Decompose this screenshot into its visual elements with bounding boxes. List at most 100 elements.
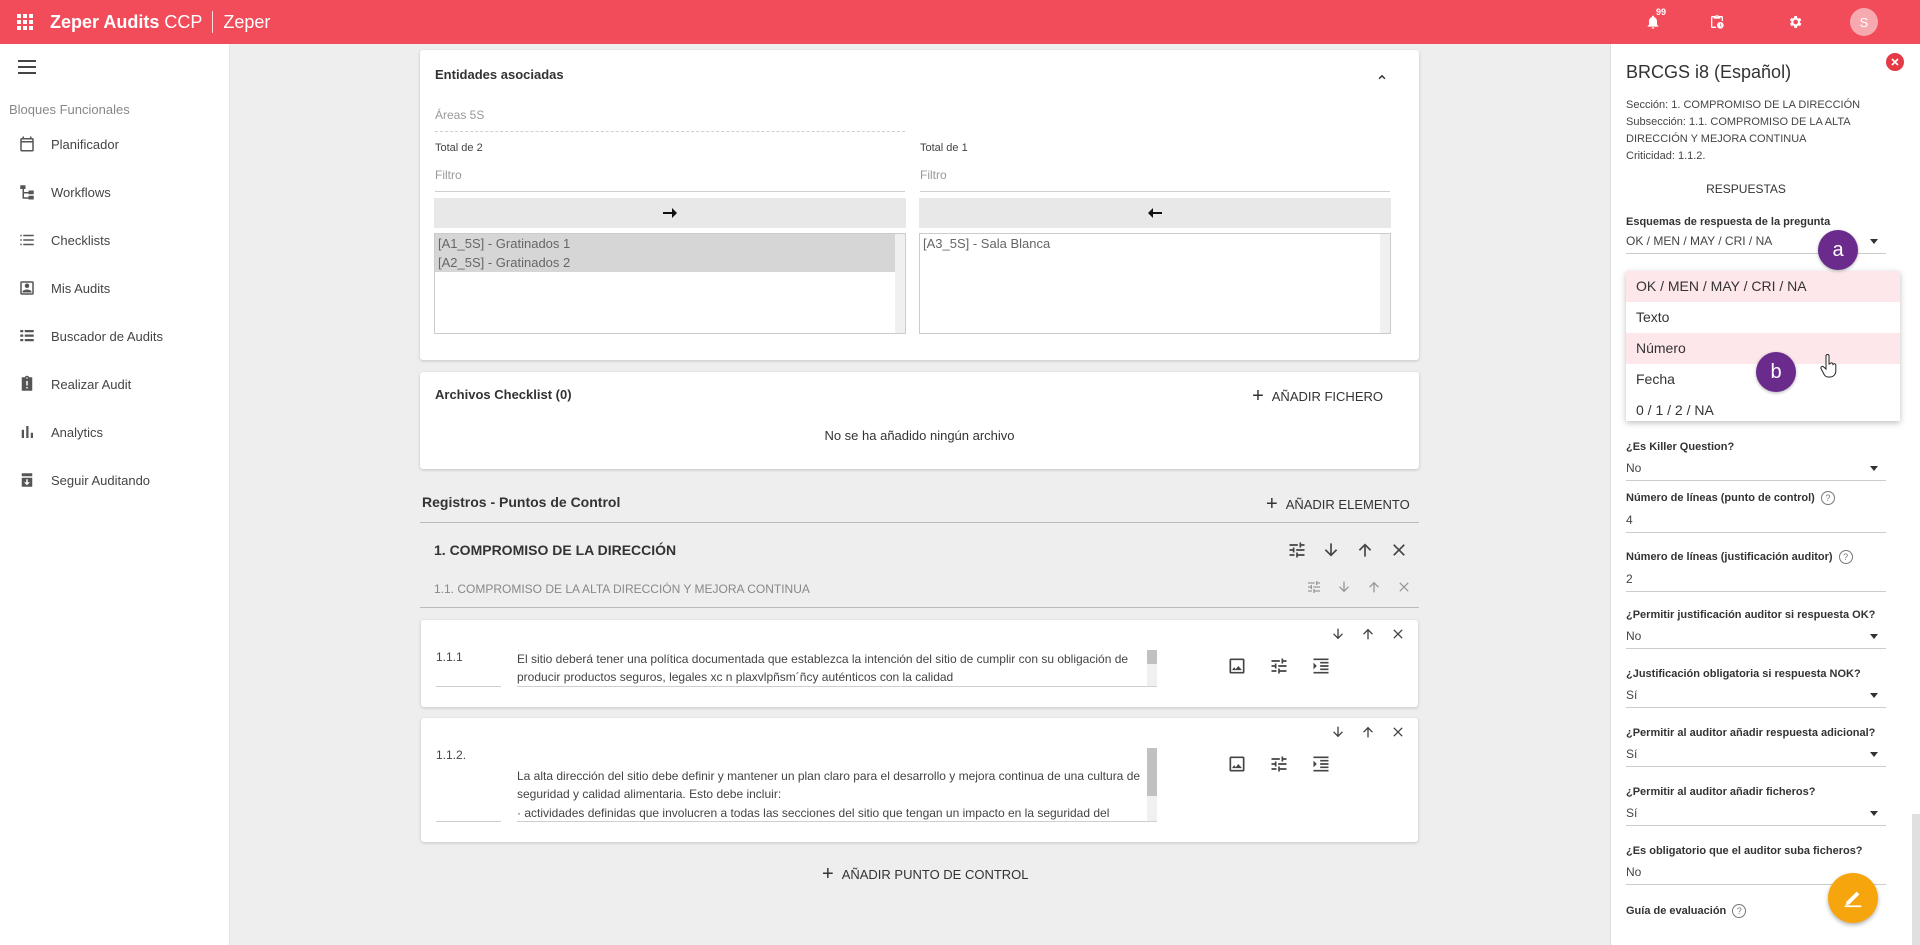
arrow-up-icon[interactable] (1366, 579, 1382, 595)
field-label: ¿Justificación obligatoria si respuesta … (1626, 668, 1861, 680)
tune-icon[interactable] (1306, 579, 1322, 595)
help-icon[interactable]: ? (1732, 904, 1747, 918)
sidebar-item-analytics[interactable]: Analytics (18, 420, 103, 444)
list-item[interactable]: [A3_5S] - Sala Blanca (920, 234, 1380, 253)
add-element-button[interactable]: + AÑADIR ELEMENTO (1266, 494, 1410, 514)
arrow-up-icon[interactable] (1360, 724, 1376, 740)
right-total: Total de 1 (920, 142, 968, 154)
right-filter-input[interactable]: Filtro (920, 168, 1390, 192)
panel-meta: Sección: 1. COMPROMISO DE LA DIRECCIÓN S… (1626, 97, 1896, 165)
tune-icon[interactable] (1269, 656, 1289, 676)
dropdown-option[interactable]: 0 / 1 / 2 / NA (1626, 395, 1900, 426)
sidebar-item-mis-audits[interactable]: Mis Audits (18, 276, 110, 300)
help-icon[interactable]: ? (1838, 550, 1853, 564)
point-text-input[interactable]: La alta dirección del sitio debe definir… (517, 748, 1157, 822)
sidebar-item-realizar-audit[interactable]: Realizar Audit (18, 372, 131, 396)
field-label: Número de líneas (justificación auditor) (1626, 551, 1833, 563)
justificacion-ok-field: ¿Permitir justificación auditor si respu… (1626, 609, 1886, 649)
add-control-point-button[interactable]: + AÑADIR PUNTO DE CONTROL (822, 864, 1029, 884)
list-item[interactable]: [A2_5S] - Gratinados 2 (435, 253, 895, 272)
lineas-punto-input[interactable]: 4 (1626, 513, 1886, 533)
sidebar-item-seguir-auditando[interactable]: Seguir Auditando (18, 468, 150, 492)
field-value: No (1626, 629, 1642, 643)
respuestas-heading: RESPUESTAS (1706, 182, 1786, 196)
sidebar-item-checklists[interactable]: Checklists (18, 228, 110, 252)
field-value: No (1626, 461, 1642, 475)
left-listbox[interactable]: [A1_5S] - Gratinados 1 [A2_5S] - Gratina… (434, 233, 906, 334)
arrow-down-icon[interactable] (1321, 540, 1341, 560)
indent-icon[interactable] (1311, 656, 1331, 676)
list-item[interactable]: [A1_5S] - Gratinados 1 (435, 234, 895, 253)
apps-button[interactable] (0, 0, 50, 44)
sidebar-item-label: Workflows (51, 184, 111, 200)
justificacion-ok-select[interactable]: No (1626, 629, 1886, 649)
arrow-down-icon[interactable] (1336, 579, 1352, 595)
point-text-scrollbar[interactable] (1147, 650, 1157, 686)
caret-down-icon (1870, 752, 1878, 757)
anadir-ficheros-select[interactable]: Sí (1626, 806, 1886, 826)
sidebar-item-planificador[interactable]: Planificador (18, 132, 119, 156)
list-search-icon (20, 330, 34, 342)
archivos-title: Archivos Checklist (0) (435, 387, 572, 402)
anadir-ficheros-field: ¿Permitir al auditor añadir ficheros? Sí (1626, 786, 1886, 826)
right-scrollbar[interactable] (1380, 234, 1390, 333)
image-icon[interactable] (1227, 656, 1247, 676)
add-file-button[interactable]: + AÑADIR FICHERO (1252, 386, 1383, 406)
edit-fab-button[interactable] (1828, 873, 1878, 923)
plus-icon: + (822, 863, 834, 885)
arrow-right-icon (663, 208, 677, 218)
point-text-input[interactable]: El sitio deberá tener una política docum… (517, 650, 1157, 687)
notifications-button[interactable]: 99 (1638, 7, 1668, 37)
field-label: Número de líneas (punto de control) (1626, 492, 1815, 504)
left-filter-input[interactable]: Filtro (435, 168, 905, 192)
arrow-up-icon[interactable] (1355, 540, 1375, 560)
move-right-button[interactable] (434, 198, 906, 228)
close-panel-button[interactable] (1886, 53, 1904, 71)
panel-scrollbar[interactable] (1912, 814, 1920, 945)
entidades-title: Entidades asociadas (435, 67, 564, 82)
app-brand[interactable]: Zeper Audits CCP Zeper (50, 11, 270, 33)
close-icon[interactable] (1390, 626, 1406, 642)
plus-icon: + (1252, 385, 1264, 407)
caret-down-icon (1870, 239, 1878, 244)
help-icon[interactable]: ? (1820, 491, 1835, 505)
killer-question-select[interactable]: No (1626, 461, 1886, 481)
user-avatar[interactable]: S (1850, 8, 1878, 36)
point-code-input[interactable]: 1.1.1 (436, 650, 501, 687)
chevron-up-icon[interactable] (1375, 70, 1389, 84)
point-text: El sitio deberá tener una política docum… (517, 652, 1129, 684)
areas-5s-field[interactable]: Áreas 5S (435, 108, 905, 132)
section-title: 1. COMPROMISO DE LA DIRECCIÓN (434, 542, 677, 558)
justificacion-nok-field: ¿Justificación obligatoria si respuesta … (1626, 668, 1886, 708)
guia-label: Guía de evaluación (1626, 905, 1727, 917)
arrow-up-icon[interactable] (1360, 626, 1376, 642)
arrow-down-icon[interactable] (1330, 724, 1346, 740)
sidebar-item-buscador-de-audits[interactable]: Buscador de Audits (18, 324, 163, 348)
justificacion-nok-select[interactable]: Sí (1626, 688, 1886, 708)
left-scrollbar[interactable] (895, 234, 905, 333)
workflow-icon (20, 185, 34, 200)
close-icon[interactable] (1389, 540, 1409, 560)
move-left-button[interactable] (919, 198, 1391, 228)
tasks-button[interactable] (1702, 7, 1732, 37)
arrow-down-icon[interactable] (1330, 626, 1346, 642)
tune-icon[interactable] (1287, 540, 1307, 560)
dropdown-option[interactable]: OK / MEN / MAY / CRI / NA (1626, 271, 1900, 302)
control-point-card: 1.1.1 El sitio deberá tener una política… (421, 620, 1418, 707)
right-listbox[interactable]: [A3_5S] - Sala Blanca (919, 233, 1391, 334)
settings-button[interactable] (1780, 7, 1810, 37)
close-icon[interactable] (1390, 724, 1406, 740)
tune-icon[interactable] (1269, 754, 1289, 774)
respuesta-adicional-select[interactable]: Sí (1626, 747, 1886, 767)
hamburger-menu-icon[interactable] (18, 60, 36, 74)
lineas-justificacion-input[interactable]: 2 (1626, 572, 1886, 592)
sidebar-section-title: Bloques Funcionales (9, 102, 130, 117)
sidebar-item-workflows[interactable]: Workflows (18, 180, 111, 204)
field-label: ¿Es obligatorio que el auditor suba fich… (1626, 845, 1863, 857)
point-code-input[interactable]: 1.1.2. (436, 748, 501, 822)
image-icon[interactable] (1227, 754, 1247, 774)
indent-icon[interactable] (1311, 754, 1331, 774)
close-icon[interactable] (1396, 579, 1412, 595)
dropdown-option[interactable]: Texto (1626, 302, 1900, 333)
point-text-scrollbar[interactable] (1147, 748, 1157, 821)
